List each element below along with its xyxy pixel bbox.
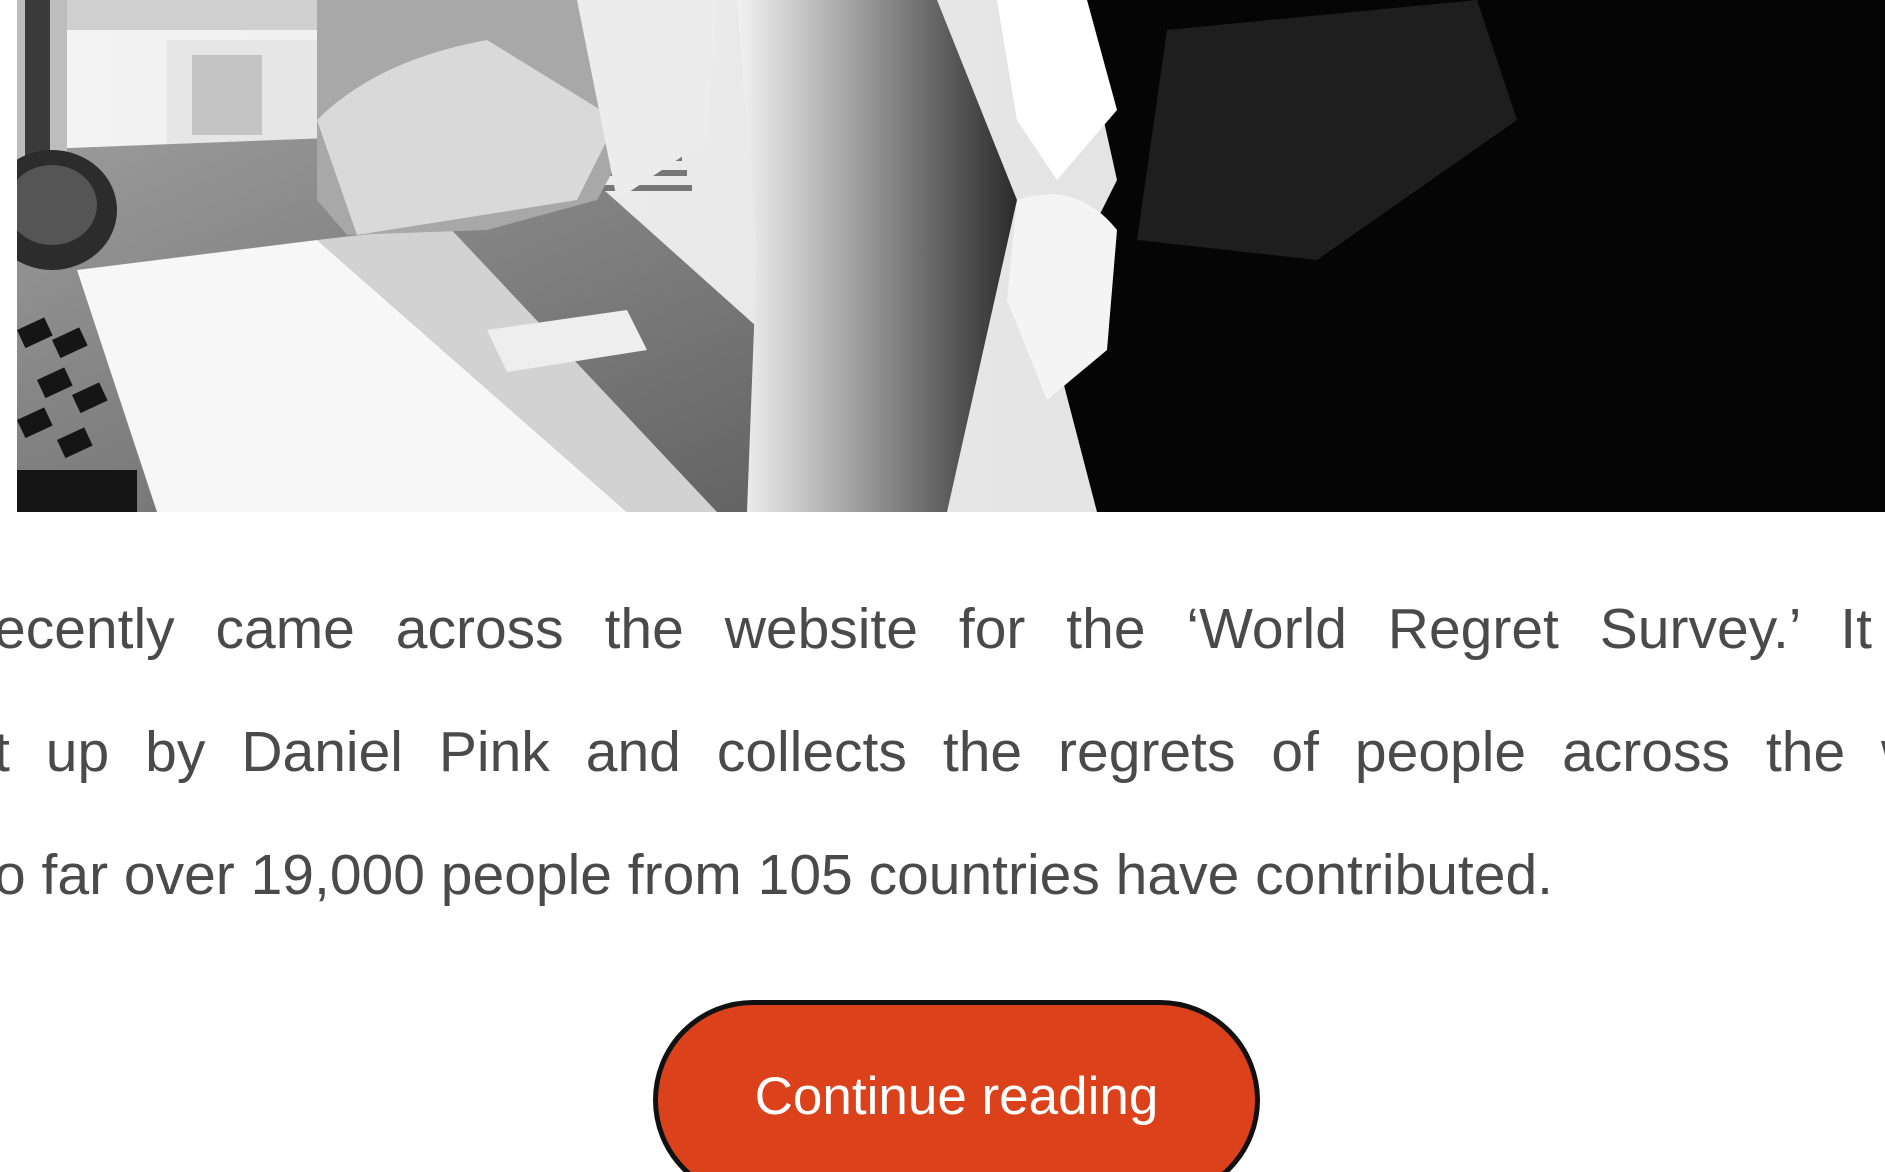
excerpt-line: ecently came across the website for the … — [0, 597, 1885, 661]
excerpt-line: o far over 19,000 people from 105 countr… — [0, 843, 1553, 907]
continue-reading-label: Continue reading — [754, 1067, 1159, 1126]
blog-post-page: ecently came across the website for the … — [0, 0, 1885, 1172]
post-excerpt: ecently came across the website for the … — [0, 568, 1885, 937]
excerpt-line: t up by Daniel Pink and collects the reg… — [0, 720, 1885, 784]
photo-illustration — [17, 0, 1885, 512]
post-featured-image[interactable] — [17, 0, 1885, 512]
continue-reading-button[interactable]: Continue reading — [653, 1000, 1260, 1172]
